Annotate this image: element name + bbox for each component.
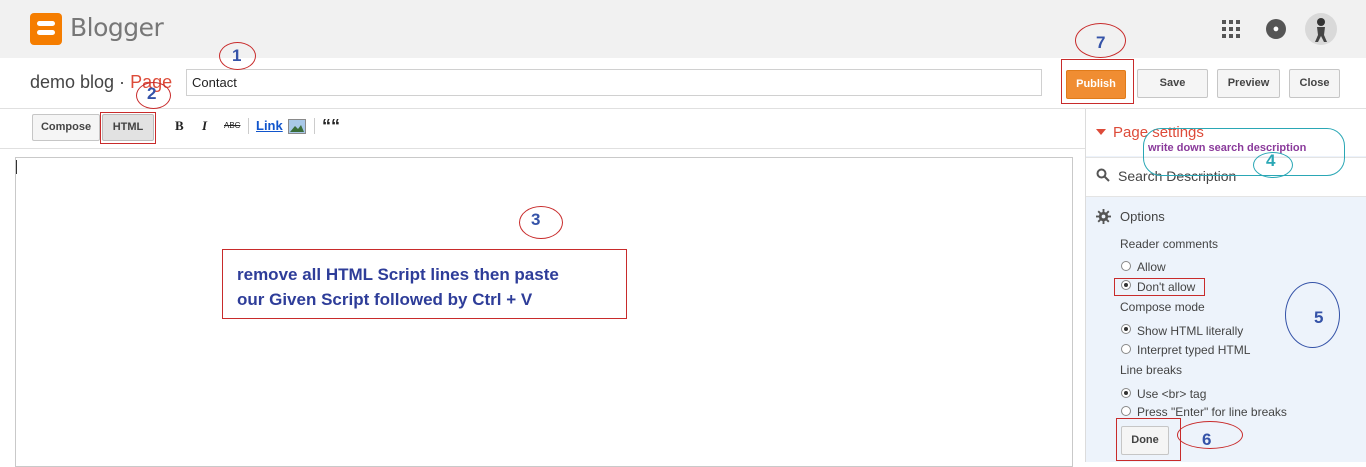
line-breaks-label: Line breaks — [1120, 363, 1183, 377]
toolbar-separator — [248, 118, 249, 134]
annotation-number-3: 3 — [531, 210, 541, 229]
show-html-radio[interactable] — [1121, 324, 1131, 334]
toolbar-separator — [314, 118, 315, 134]
top-bar — [0, 0, 1366, 58]
instruction-line-2: our Given Script followed by Ctrl + V — [237, 290, 533, 309]
annotation-number-4: 4 — [1266, 151, 1276, 170]
annotation-number-5: 5 — [1314, 308, 1324, 327]
annotation-number-7: 7 — [1096, 33, 1106, 52]
apps-icon[interactable] — [1222, 20, 1240, 38]
reader-comments-label: Reader comments — [1120, 237, 1219, 251]
blog-name: demo blog · — [30, 72, 131, 92]
options-label[interactable]: Options — [1120, 209, 1165, 224]
annotation-highlight-html — [100, 112, 156, 144]
bold-button[interactable]: B — [175, 118, 184, 134]
collapse-arrow-icon[interactable] — [1096, 129, 1106, 135]
strikethrough-button[interactable]: ABC — [224, 121, 240, 130]
app-name[interactable]: Blogger — [70, 13, 164, 42]
quote-icon[interactable]: ““ — [322, 116, 340, 137]
compose-mode-label: Compose mode — [1120, 300, 1205, 314]
annotation-highlight-dont-allow — [1114, 278, 1205, 296]
annotation-highlight-done — [1116, 418, 1181, 461]
preview-button[interactable]: Preview — [1217, 69, 1280, 98]
avatar[interactable] — [1305, 13, 1337, 45]
annotation-bubble-5 — [1285, 282, 1340, 348]
blogger-logo-icon[interactable] — [30, 13, 62, 45]
annotation-highlight-publish — [1061, 59, 1134, 104]
page-title-input[interactable]: Contact — [186, 69, 1042, 96]
annotation-bubble-3 — [519, 206, 563, 239]
interpret-html-radio[interactable] — [1121, 344, 1131, 354]
show-html-label[interactable]: Show HTML literally — [1137, 324, 1243, 338]
press-enter-radio[interactable] — [1121, 406, 1131, 416]
allow-radio[interactable] — [1121, 261, 1131, 271]
instruction-line-1: remove all HTML Script lines then paste — [237, 265, 559, 284]
search-description-tip: write down search description — [1148, 142, 1307, 154]
press-enter-label[interactable]: Press "Enter" for line breaks — [1137, 405, 1287, 419]
annotation-number-6: 6 — [1202, 430, 1212, 449]
divider — [0, 148, 1085, 149]
link-button[interactable]: Link — [256, 118, 283, 133]
use-br-label[interactable]: Use <br> tag — [1137, 387, 1206, 401]
italic-button[interactable]: I — [202, 118, 207, 134]
allow-label[interactable]: Allow — [1137, 260, 1166, 274]
annotation-number-2: 2 — [147, 84, 157, 103]
save-button[interactable]: Save — [1137, 69, 1208, 98]
search-icon — [1096, 168, 1110, 185]
compose-mode-button[interactable]: Compose — [32, 114, 100, 141]
gear-icon — [1096, 209, 1111, 227]
instruction-note: remove all HTML Script lines then paste … — [222, 249, 627, 319]
interpret-html-label[interactable]: Interpret typed HTML — [1137, 343, 1250, 357]
text-caret — [16, 160, 17, 174]
notifications-icon[interactable]: ● — [1266, 19, 1286, 39]
insert-image-icon[interactable] — [288, 119, 306, 134]
annotation-number-1: 1 — [232, 46, 242, 65]
close-button[interactable]: Close — [1289, 69, 1340, 98]
use-br-radio[interactable] — [1121, 388, 1131, 398]
